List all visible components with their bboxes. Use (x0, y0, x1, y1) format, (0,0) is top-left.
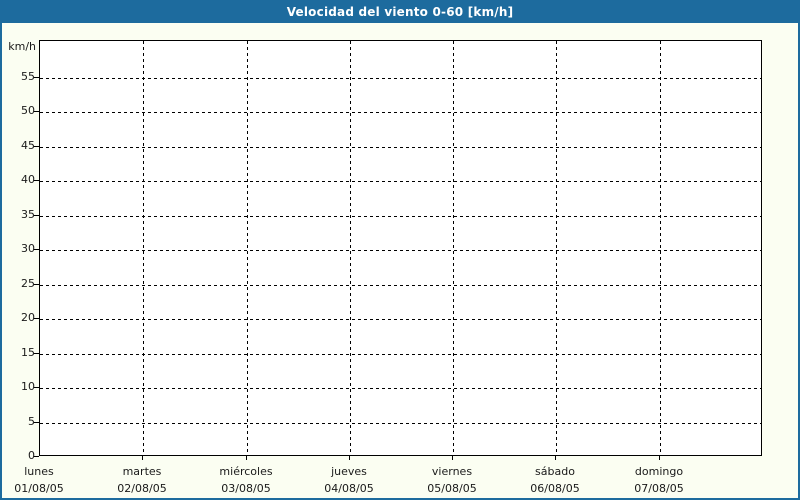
plot-area (39, 40, 762, 456)
x-axis-day-label: miércoles (191, 465, 301, 478)
x-gridline (350, 41, 351, 455)
x-gridline (247, 41, 248, 455)
y-tick-label: 40 (2, 173, 35, 187)
x-axis-date-label: 05/08/05 (397, 482, 507, 495)
y-tick-mark (34, 215, 39, 216)
y-tick-label: 50 (2, 104, 35, 118)
y-tick-label: 35 (2, 208, 35, 222)
x-tick-mark (246, 456, 247, 460)
y-gridline (40, 78, 761, 79)
x-axis-date-label: 02/08/05 (87, 482, 197, 495)
y-gridline (40, 423, 761, 424)
x-axis-date-label: 03/08/05 (191, 482, 301, 495)
x-tick-mark (555, 456, 556, 460)
y-tick-label: 55 (2, 70, 35, 84)
y-gridline (40, 319, 761, 320)
y-tick-mark (34, 146, 39, 147)
y-tick-mark (34, 422, 39, 423)
y-tick-mark (34, 456, 39, 457)
x-axis-day-label: domingo (604, 465, 714, 478)
y-tick-mark (34, 77, 39, 78)
y-tick-mark (34, 180, 39, 181)
chart-title: Velocidad del viento 0-60 [km/h] (2, 2, 798, 23)
y-axis-unit-label: km/h (2, 40, 36, 54)
chart-window: Velocidad del viento 0-60 [km/h] km/h 05… (0, 0, 800, 500)
y-tick-label: 0 (2, 449, 35, 463)
y-tick-mark (34, 111, 39, 112)
y-gridline (40, 388, 761, 389)
x-gridline (660, 41, 661, 455)
x-gridline (143, 41, 144, 455)
x-axis-date-label: 04/08/05 (294, 482, 404, 495)
chart-canvas: km/h 0 5 10 15 20 25 30 35 40 45 50 55 lunes 01/08/05… (2, 23, 798, 498)
y-tick-label: 30 (2, 242, 35, 256)
y-tick-mark (34, 353, 39, 354)
y-gridline (40, 354, 761, 355)
y-tick-label: 20 (2, 311, 35, 325)
x-tick-mark (142, 456, 143, 460)
y-gridline (40, 181, 761, 182)
y-gridline (40, 250, 761, 251)
x-tick-mark (349, 456, 350, 460)
y-tick-label: 10 (2, 380, 35, 394)
x-axis-day-label: lunes (0, 465, 94, 478)
y-gridline (40, 285, 761, 286)
x-axis-day-label: jueves (294, 465, 404, 478)
x-gridline (556, 41, 557, 455)
y-gridline (40, 216, 761, 217)
x-axis-day-label: sábado (500, 465, 610, 478)
x-axis-day-label: martes (87, 465, 197, 478)
y-tick-label: 45 (2, 139, 35, 153)
y-gridline (40, 147, 761, 148)
x-axis-date-label: 01/08/05 (0, 482, 94, 495)
y-tick-mark (34, 387, 39, 388)
y-tick-label: 5 (2, 415, 35, 429)
x-axis-date-label: 07/08/05 (604, 482, 714, 495)
y-tick-label: 25 (2, 277, 35, 291)
x-axis-date-label: 06/08/05 (500, 482, 610, 495)
y-tick-mark (34, 249, 39, 250)
y-tick-mark (34, 284, 39, 285)
x-tick-mark (452, 456, 453, 460)
y-tick-mark (34, 318, 39, 319)
x-tick-mark (659, 456, 660, 460)
y-tick-label: 15 (2, 346, 35, 360)
y-gridline (40, 112, 761, 113)
x-gridline (453, 41, 454, 455)
x-axis-day-label: viernes (397, 465, 507, 478)
